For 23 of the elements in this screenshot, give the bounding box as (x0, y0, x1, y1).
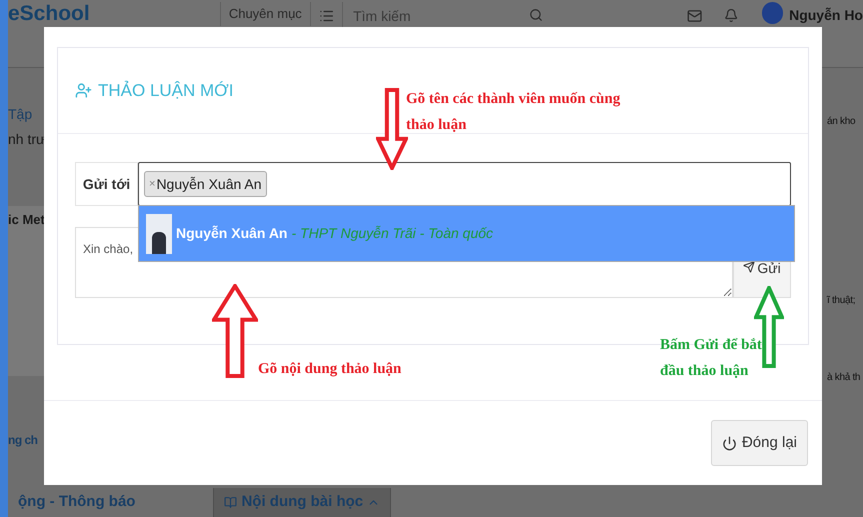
page-text: Tập (8, 105, 34, 124)
page-tab[interactable]: Nội dung bài học (213, 488, 392, 517)
page-tab[interactable]: ộng - Thông báo (8, 488, 146, 517)
suggestion-name: Nguyễn Xuân An (176, 224, 288, 243)
page-text: à khả th (827, 371, 862, 385)
close-button[interactable]: Đóng lại (710, 420, 808, 466)
dialog-title: THẢO LUẬN MỚI (98, 80, 234, 102)
suggestion-detail: - THPT Nguyễn Trãi - Toàn quốc (292, 224, 494, 243)
page-text: ĩ thuật; (827, 294, 856, 308)
recipient-label: Gửi tới (75, 162, 138, 206)
annotation-text: Gõ nội dung thảo luận (258, 360, 402, 379)
page-text: nh trư (8, 130, 44, 149)
user-name[interactable]: Nguyễn Ho (789, 5, 863, 26)
annotation-text: Gõ tên các thành viên muốn cùng thảo luận (406, 90, 620, 135)
recipient-tag[interactable]: ×Nguyễn Xuân An (144, 171, 267, 197)
annotation-text: Bấm Gửi để bắt đầu thảo luận (660, 336, 762, 381)
page-text: án kho (827, 115, 856, 129)
site-logo[interactable]: eSchool (8, 2, 220, 26)
image-caption: ic Met (8, 211, 45, 229)
category-menu[interactable]: Chuyên mục (220, 2, 311, 26)
remove-icon[interactable]: × (149, 176, 156, 192)
suggestion-item[interactable]: Nguyễn Xuân An - THPT Nguyễn Trãi - Toàn quốc (139, 206, 794, 261)
section-heading: ng ch (8, 432, 38, 449)
